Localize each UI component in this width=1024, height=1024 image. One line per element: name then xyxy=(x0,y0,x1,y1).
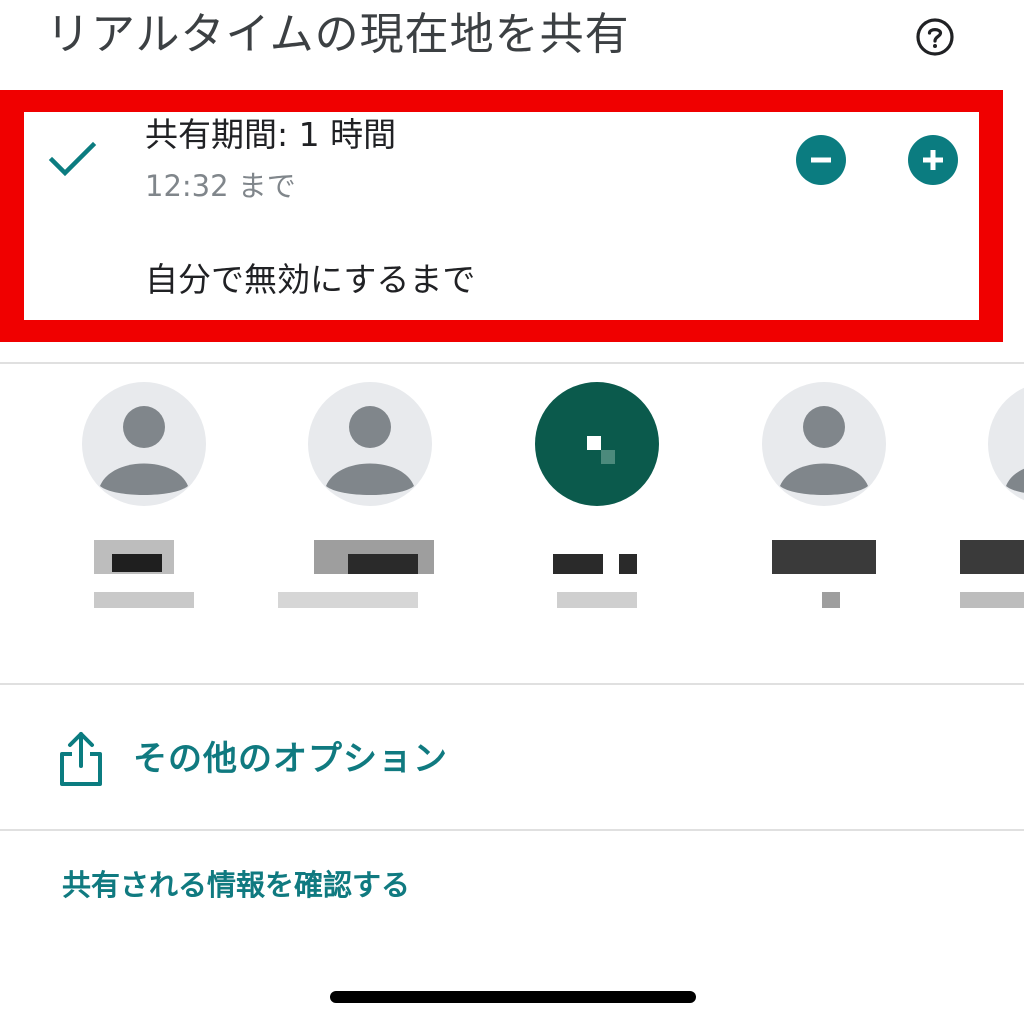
divider xyxy=(0,362,1024,364)
contact-item[interactable] xyxy=(82,382,208,622)
contact-name-redacted xyxy=(772,540,876,574)
contact-item[interactable] xyxy=(535,382,661,622)
share-icon[interactable] xyxy=(58,730,104,788)
help-button[interactable] xyxy=(915,17,955,57)
help-circle-icon xyxy=(916,18,954,56)
contact-name-redacted xyxy=(619,554,637,574)
review-shared-info-link[interactable]: 共有される情報を確認する xyxy=(62,862,410,908)
contact-name-redacted xyxy=(112,554,162,572)
contact-detail-redacted xyxy=(960,592,1024,608)
avatar xyxy=(535,382,659,506)
page-title: リアルタイムの現在地を共有 xyxy=(46,9,630,60)
person-placeholder-icon xyxy=(780,406,868,495)
person-placeholder-icon xyxy=(326,406,414,495)
more-options-link[interactable]: その他のオプション xyxy=(133,734,448,784)
person-placeholder-icon xyxy=(1006,468,1024,493)
contact-name-redacted xyxy=(960,540,1024,574)
divider xyxy=(0,683,1024,685)
home-indicator[interactable] xyxy=(330,991,696,1003)
contact-item[interactable] xyxy=(960,382,1024,622)
highlight-annotation-box xyxy=(0,90,1003,342)
share-location-sheet: リアルタイムの現在地を共有 共有期間: 1 時間 12:32 まで 自分で無効に… xyxy=(0,0,1024,1024)
avatar xyxy=(308,382,432,506)
avatar xyxy=(988,382,1024,506)
person-placeholder-icon xyxy=(100,406,188,495)
contact-name-redacted xyxy=(348,554,418,574)
contact-detail-redacted xyxy=(822,592,840,608)
avatar xyxy=(82,382,206,506)
contact-name-redacted xyxy=(553,554,603,574)
contact-detail-redacted xyxy=(94,592,194,608)
contact-item[interactable] xyxy=(762,382,888,622)
contact-detail-redacted xyxy=(557,592,637,608)
avatar xyxy=(762,382,886,506)
divider xyxy=(0,829,1024,831)
contact-detail-redacted xyxy=(278,592,418,608)
contact-item[interactable] xyxy=(278,382,434,622)
